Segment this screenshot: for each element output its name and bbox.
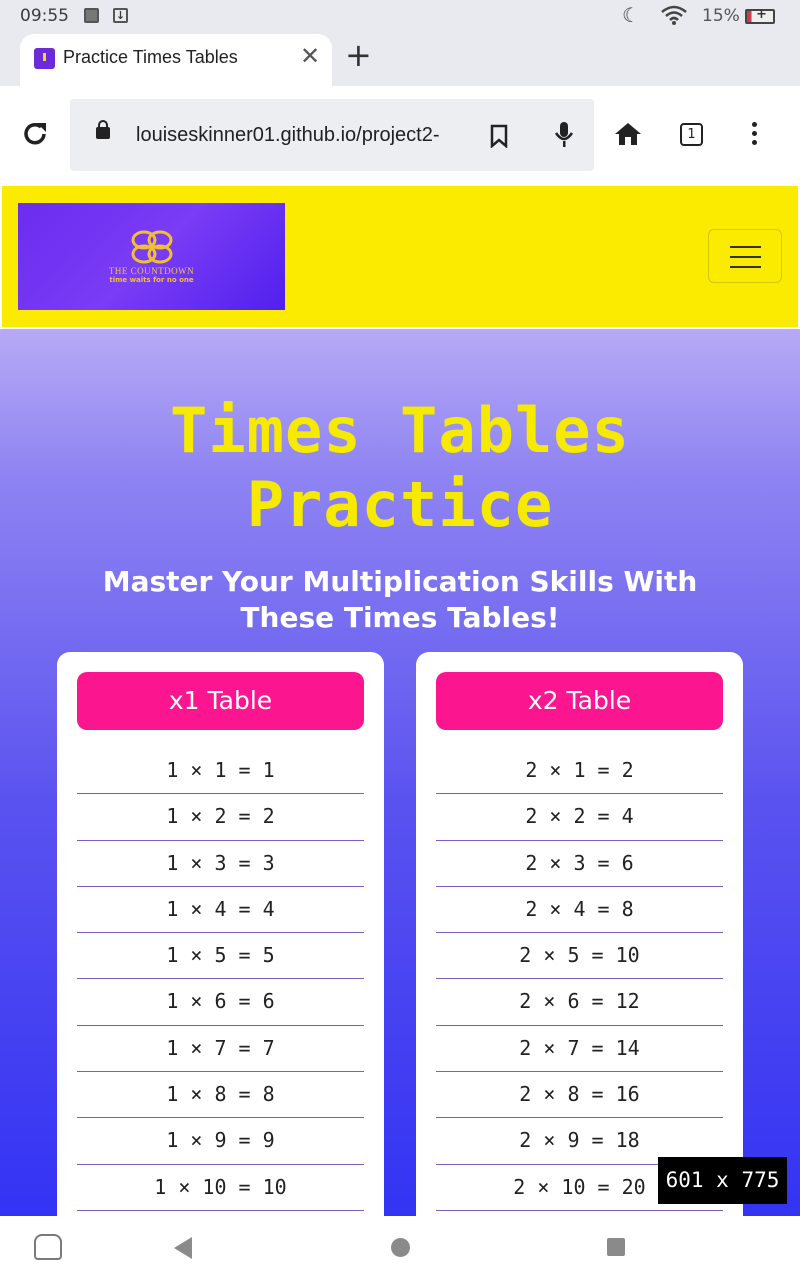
table-row: 1 × 6 = 6 xyxy=(77,979,364,1026)
do-not-disturb-icon: ☾ xyxy=(622,3,640,27)
table-row: 2 × 4 = 8 xyxy=(436,887,723,934)
web-page: THE COUNTDOWN time waits for no one Time… xyxy=(0,184,800,1216)
status-bar: 09:55 ↓ ☾ 15% xyxy=(0,0,800,32)
table-row: 1 × 10 = 10 xyxy=(77,1165,364,1211)
table-row: 2 × 6 = 12 xyxy=(436,979,723,1026)
table-heading: x1 Table xyxy=(77,672,364,730)
site-logo[interactable]: THE COUNTDOWN time waits for no one xyxy=(18,203,285,310)
close-tab-icon[interactable]: ✕ xyxy=(300,44,320,68)
table-rows: 2 × 1 = 2 2 × 2 = 4 2 × 3 = 6 2 × 4 = 8 … xyxy=(436,748,723,1211)
logo-tagline: time waits for no one xyxy=(109,276,194,284)
battery-icon xyxy=(745,7,775,24)
table-row: 2 × 8 = 16 xyxy=(436,1072,723,1119)
image-notification-icon xyxy=(84,8,99,23)
page-subtitle: Master Your Multiplication Skills With T… xyxy=(102,565,698,634)
home-icon[interactable] xyxy=(614,122,642,146)
table-heading: x2 Table xyxy=(436,672,723,730)
browser-tab[interactable]: Practice Times Tables ✕ xyxy=(20,34,332,86)
table-row: 2 × 1 = 2 xyxy=(436,748,723,795)
times-table-card: x1 Table 1 × 1 = 1 1 × 2 = 2 1 × 3 = 3 1… xyxy=(57,652,384,1216)
table-row: 1 × 1 = 1 xyxy=(77,748,364,795)
table-row: 1 × 5 = 5 xyxy=(77,933,364,980)
tab-title: Practice Times Tables xyxy=(63,47,238,67)
recent-apps-button[interactable] xyxy=(607,1238,625,1256)
new-tab-button[interactable]: + xyxy=(345,39,372,71)
bookmark-icon[interactable] xyxy=(490,124,508,148)
browser-toolbar: louiseskinner01.github.io/project2- 1 xyxy=(0,86,800,184)
back-button[interactable] xyxy=(174,1237,192,1259)
reload-icon[interactable] xyxy=(20,119,50,149)
lock-icon[interactable] xyxy=(96,120,110,139)
microphone-icon[interactable] xyxy=(554,121,574,149)
times-table-card: x2 Table 2 × 1 = 2 2 × 2 = 4 2 × 3 = 6 2… xyxy=(416,652,743,1216)
table-row: 2 × 2 = 4 xyxy=(436,794,723,841)
logo-name: THE COUNTDOWN xyxy=(108,266,195,276)
table-row: 2 × 3 = 6 xyxy=(436,841,723,887)
hamburger-menu-button[interactable] xyxy=(708,229,782,283)
wifi-icon xyxy=(661,5,687,25)
download-notification-icon: ↓ xyxy=(113,8,128,23)
more-options-icon[interactable] xyxy=(752,122,758,149)
table-row: 1 × 8 = 8 xyxy=(77,1072,364,1119)
status-time: 09:55 xyxy=(20,6,69,26)
url-text[interactable]: louiseskinner01.github.io/project2- xyxy=(136,124,471,147)
title-line-1: Times Tables xyxy=(170,394,630,467)
table-row: 1 × 4 = 4 xyxy=(77,887,364,934)
table-row: 1 × 9 = 9 xyxy=(77,1118,364,1165)
site-navbar: THE COUNTDOWN time waits for no one xyxy=(0,184,800,329)
battery-percent: 15% xyxy=(702,6,740,26)
assistant-icon[interactable] xyxy=(34,1234,62,1260)
table-row: 1 × 7 = 7 xyxy=(77,1026,364,1073)
tab-strip: Practice Times Tables ✕ + xyxy=(0,32,800,86)
title-line-2: Practice xyxy=(246,468,554,541)
favicon-icon xyxy=(34,48,55,69)
table-row: 1 × 2 = 2 xyxy=(77,794,364,841)
viewport-size-badge: 601 x 775 xyxy=(658,1157,787,1204)
home-button[interactable] xyxy=(391,1238,410,1257)
table-rows: 1 × 1 = 1 1 × 2 = 2 1 × 3 = 3 1 × 4 = 4 … xyxy=(77,748,364,1211)
page-title: Times Tables Practice xyxy=(0,394,800,542)
table-row: 1 × 3 = 3 xyxy=(77,841,364,887)
table-row: 2 × 5 = 10 xyxy=(436,933,723,980)
knot-logo-icon xyxy=(131,230,173,264)
table-row: 2 × 7 = 14 xyxy=(436,1026,723,1073)
tab-switcher-button[interactable]: 1 xyxy=(680,123,703,146)
address-bar[interactable]: louiseskinner01.github.io/project2- xyxy=(70,99,594,171)
system-nav-bar xyxy=(0,1216,800,1280)
